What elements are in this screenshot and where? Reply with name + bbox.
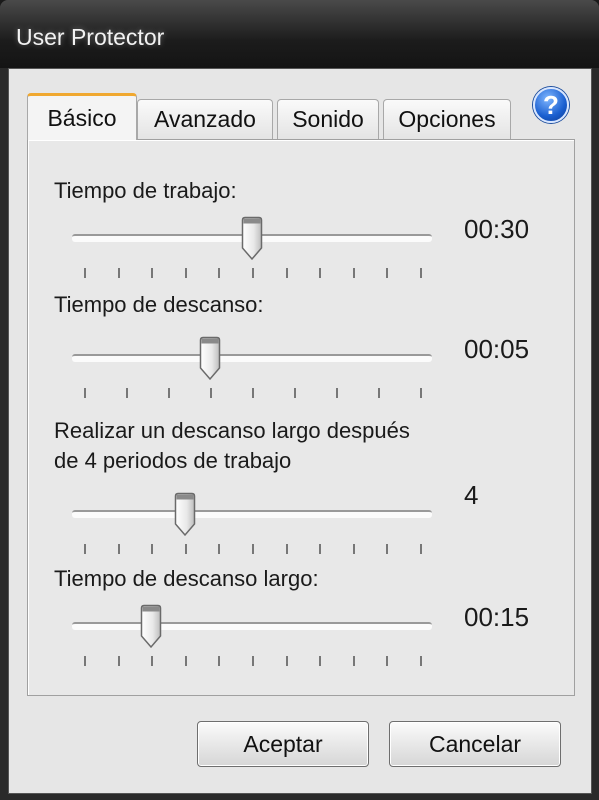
slider-ticks: [84, 268, 422, 278]
break-time-value: 00:05: [464, 334, 530, 364]
dialog-body: Básico Avanzado Sonido Opciones ? Tiempo…: [8, 68, 592, 794]
slider-track[interactable]: [72, 622, 432, 630]
slider-tick: [420, 544, 422, 554]
window-title: User Protector: [16, 24, 165, 50]
long-break-time-value: 00:15: [464, 602, 530, 632]
work-time-slider[interactable]: [28, 216, 468, 286]
slider-tick: [285, 544, 288, 554]
slider-tick: [151, 656, 154, 666]
slider-tick: [84, 544, 86, 554]
slider-tick: [420, 656, 422, 666]
tab-basico[interactable]: Básico: [27, 93, 137, 140]
dialog-window: User Protector Básico Avanzado Sonido Op…: [0, 0, 599, 800]
slider-ticks: [84, 656, 422, 666]
slider-tick: [117, 656, 120, 666]
slider-tick: [285, 656, 288, 666]
slider-tick: [184, 656, 187, 666]
break-time-label: Tiempo de descanso:: [54, 292, 264, 317]
slider-thumb[interactable]: [174, 492, 196, 538]
slider-thumb[interactable]: [241, 216, 263, 262]
slider-tick: [184, 268, 187, 278]
slider-tick: [184, 544, 187, 554]
slider-track[interactable]: [72, 510, 432, 518]
slider-tick: [210, 388, 212, 398]
slider-tick: [126, 388, 128, 398]
work-time-value: 00:30: [464, 214, 530, 244]
slider-tick: [285, 268, 288, 278]
slider-thumb[interactable]: [140, 604, 162, 650]
slider-tick: [252, 388, 254, 398]
slider-tick: [352, 656, 355, 666]
break-time-slider[interactable]: [28, 336, 468, 406]
slider-tick: [84, 268, 86, 278]
slider-tick: [420, 268, 422, 278]
slider-tick: [84, 656, 86, 666]
long-break-time-slider[interactable]: [28, 604, 468, 674]
slider-tick: [218, 544, 221, 554]
slider-tick: [378, 388, 380, 398]
long-break-interval-label-line2: de 4 periodos de trabajo: [54, 448, 292, 473]
slider-tick: [151, 268, 154, 278]
slider-tick: [386, 656, 389, 666]
slider-tick: [252, 268, 254, 278]
title-bar[interactable]: User Protector: [0, 0, 599, 68]
slider-tick: [420, 388, 422, 398]
long-break-interval-slider[interactable]: [28, 492, 468, 562]
long-break-time-label: Tiempo de descanso largo:: [54, 566, 319, 591]
slider-thumb[interactable]: [199, 336, 221, 382]
slider-ticks: [84, 544, 422, 554]
work-time-label: Tiempo de trabajo:: [54, 178, 237, 203]
tab-sonido[interactable]: Sonido: [277, 99, 379, 139]
slider-tick: [336, 388, 338, 398]
slider-tick: [319, 544, 322, 554]
slider-tick: [151, 544, 154, 554]
help-icon[interactable]: ?: [533, 87, 569, 123]
long-break-interval-label-line1: Realizar un descanso largo después: [54, 418, 410, 443]
slider-tick: [319, 656, 322, 666]
slider-tick: [84, 388, 86, 398]
slider-tick: [386, 544, 389, 554]
slider-tick: [168, 388, 170, 398]
slider-tick: [352, 544, 355, 554]
accept-button[interactable]: Aceptar: [197, 721, 369, 767]
slider-track[interactable]: [72, 354, 432, 362]
slider-tick: [252, 656, 254, 666]
slider-tick: [352, 268, 355, 278]
slider-tick: [386, 268, 389, 278]
slider-tick: [117, 544, 120, 554]
long-break-interval-label: Realizar un descanso largo después de 4 …: [54, 416, 410, 476]
tab-panel-basico: Tiempo de trabajo: 00:30 Tiempo de desca…: [27, 139, 575, 696]
slider-tick: [218, 268, 221, 278]
cancel-button[interactable]: Cancelar: [389, 721, 561, 767]
slider-ticks: [84, 388, 422, 398]
slider-tick: [294, 388, 296, 398]
tab-opciones[interactable]: Opciones: [383, 99, 511, 139]
slider-tick: [252, 544, 254, 554]
tab-avanzado[interactable]: Avanzado: [137, 99, 273, 139]
slider-tick: [218, 656, 221, 666]
slider-tick: [117, 268, 120, 278]
slider-tick: [319, 268, 322, 278]
